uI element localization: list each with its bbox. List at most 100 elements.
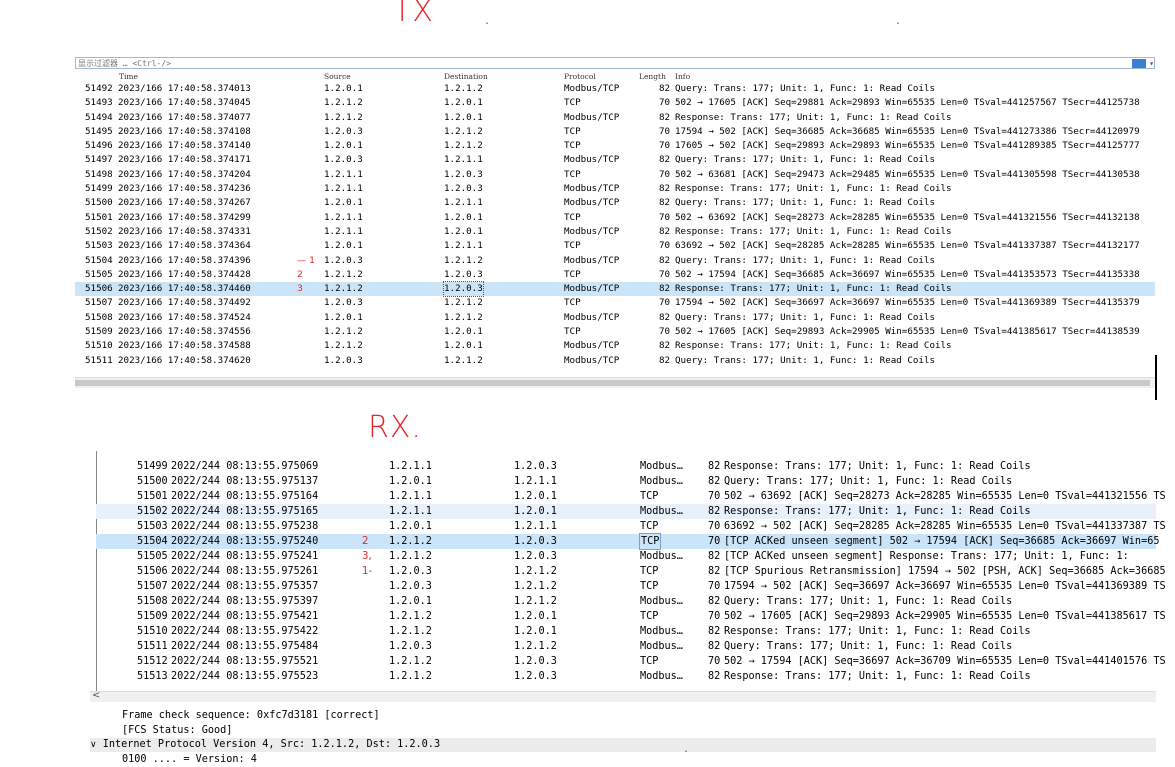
packet-number: 51510 xyxy=(137,626,168,637)
packet-length: 82 xyxy=(708,506,721,517)
packet-number: 51506 xyxy=(137,566,168,577)
column-header-destination[interactable]: Destination xyxy=(444,72,488,81)
packet-length: 82 xyxy=(659,225,671,237)
packet-row[interactable]: 51503 2023/166 17:40:58.374364 1.2.0.1 1.2.… xyxy=(75,239,1155,253)
expand-chevron-icon[interactable]: ∨ xyxy=(90,740,97,750)
packet-length: 70 xyxy=(659,168,671,180)
packet-source: 1.2.1.1 xyxy=(389,461,432,472)
packet-length: 82 xyxy=(659,154,671,166)
horizontal-scrollbar[interactable]: < xyxy=(90,690,1156,702)
packet-row[interactable]: 51510 2023/166 17:40:58.374588 1.2.1.2 1.2.… xyxy=(75,339,1155,353)
packet-info: [TCP Spurious Retransmission] 17594 → 50… xyxy=(724,566,1166,577)
packet-row[interactable]: 51511 2023/166 17:40:58.374620 1.2.0.3 1.2.… xyxy=(75,354,1155,368)
packet-protocol: Modbus/TCP xyxy=(564,354,620,366)
column-header-source[interactable]: Source xyxy=(324,72,351,81)
packet-length: 82 xyxy=(708,551,721,562)
packet-time: 2022/244 08:13:55.975261 xyxy=(171,566,319,577)
packet-info: Response: Trans: 177; Unit: 1, Func: 1: … xyxy=(724,461,1031,472)
packet-source: 1.2.1.2 xyxy=(389,671,432,682)
detail-frame-check[interactable]: Frame check sequence: 0xfc7d3181 [correc… xyxy=(122,709,380,723)
packet-row[interactable]: 51510 2022/244 08:13:55.975422 1.2.1.2 1.2.… xyxy=(96,624,1156,639)
packet-time: 2022/244 08:13:55.975421 xyxy=(171,611,319,622)
packet-row[interactable]: 51502 2023/166 17:40:58.374331 1.2.1.1 1.2.… xyxy=(75,225,1155,239)
packet-row[interactable]: 51500 2023/166 17:40:58.374267 1.2.0.1 1.2.… xyxy=(75,196,1155,210)
detail-fcs-status[interactable]: [FCS Status: Good] xyxy=(122,724,232,738)
detail-ipv4-label: Internet Protocol Version 4, Src: 1.2.1.… xyxy=(102,739,441,750)
packet-row[interactable]: 51508 2022/244 08:13:55.975397 1.2.0.1 1.2.… xyxy=(96,594,1156,609)
packet-time: 2023/166 17:40:58.374267 xyxy=(118,197,251,209)
packet-time: 2023/166 17:40:58.374492 xyxy=(118,297,251,309)
scroll-left-icon[interactable]: < xyxy=(92,690,100,701)
packet-time: 2022/244 08:13:55.975484 xyxy=(171,641,319,652)
packet-row[interactable]: 51505 2023/166 17:40:58.374428 1.2.1.2 1.2.… xyxy=(75,268,1155,282)
packet-length: 82 xyxy=(708,671,721,682)
packet-info: 502 → 17594 [ACK] Seq=36685 Ack=36697 Wi… xyxy=(675,268,1140,280)
packet-row[interactable]: 51506 2023/166 17:40:58.374460 1.2.1.2 1.2.… xyxy=(75,281,1155,298)
packet-row[interactable]: 51507 2023/166 17:40:58.374492 1.2.0.3 1.2.… xyxy=(75,296,1155,310)
packet-row[interactable]: 51509 2023/166 17:40:58.374556 1.2.1.2 1.2.… xyxy=(75,325,1155,339)
packet-destination: 1.2.0.3 xyxy=(443,281,484,298)
packet-row[interactable]: 51513 2022/244 08:13:55.975523 1.2.1.2 1.2.… xyxy=(96,669,1156,684)
packet-destination: 1.2.0.3 xyxy=(514,671,557,682)
packet-source: 1.2.0.3 xyxy=(389,641,432,652)
packet-row[interactable]: 51498 2023/166 17:40:58.374204 1.2.1.1 1.2.… xyxy=(75,168,1155,182)
packet-destination: 1.2.0.1 xyxy=(444,225,483,237)
column-header-info[interactable]: Info xyxy=(675,72,690,81)
scrollbar-thumb[interactable] xyxy=(75,380,1150,386)
detail-ipv4[interactable]: ∨ Internet Protocol Version 4, Src: 1.2.… xyxy=(90,738,1156,752)
packet-row[interactable]: 51509 2022/244 08:13:55.975421 1.2.1.2 1.2.… xyxy=(96,609,1166,624)
packet-info: 502 → 17605 [ACK] Seq=29881 Ack=29893 Wi… xyxy=(675,97,1140,109)
packet-protocol: Modbus… xyxy=(640,596,683,607)
display-filter-input[interactable]: 显示过滤器 … <Ctrl-/> ▾ xyxy=(75,57,1155,69)
packet-protocol: TCP xyxy=(564,268,581,280)
packet-info: 17594 → 502 [ACK] Seq=36697 Ack=36697 Wi… xyxy=(675,297,1140,309)
packet-time: 2022/244 08:13:55.975137 xyxy=(171,476,319,487)
packet-row[interactable]: 51492 2023/166 17:40:58.374013 1.2.0.1 1.2.… xyxy=(75,82,1155,96)
packet-row[interactable]: 51501 2022/244 08:13:55.975164 1.2.1.1 1.2.… xyxy=(96,489,1166,504)
packet-source: 1.2.1.2 xyxy=(389,611,432,622)
packet-source: 1.2.0.3 xyxy=(389,581,432,592)
column-header-time[interactable]: Time xyxy=(119,72,138,81)
packet-destination: 1.2.1.2 xyxy=(514,581,557,592)
packet-time: 2022/244 08:13:55.975422 xyxy=(171,626,319,637)
packet-row[interactable]: 51502 2022/244 08:13:55.975165 1.2.1.1 1.2.… xyxy=(96,504,1156,519)
packet-length: 82 xyxy=(659,83,671,94)
packet-row[interactable]: 51495 2023/166 17:40:58.374108 1.2.0.3 1.2.… xyxy=(75,125,1155,139)
packet-row[interactable]: 51505 2022/244 08:13:55.975241 1.2.1.2 1.2.… xyxy=(96,549,1156,564)
packet-info: Query: Trans: 177; Unit: 1, Func: 1: Rea… xyxy=(724,641,1013,652)
packet-info: Response: Trans: 177; Unit: 1, Func: 1: … xyxy=(724,506,1031,517)
packet-row[interactable]: 51504 2023/166 17:40:58.374396 1.2.0.3 1.2.… xyxy=(75,254,1155,268)
packet-row[interactable]: 51499 2023/166 17:40:58.374236 1.2.1.1 1.2.… xyxy=(75,182,1155,196)
packet-time: 2023/166 17:40:58.374524 xyxy=(118,311,251,323)
packet-row[interactable]: 51501 2023/166 17:40:58.374299 1.2.1.1 1.2.… xyxy=(75,211,1155,225)
packet-destination: 1.2.1.2 xyxy=(444,125,483,137)
packet-length: 82 xyxy=(659,311,671,323)
packet-info: Query: Trans: 177; Unit: 1, Func: 1: Rea… xyxy=(724,596,1013,607)
packet-source: 1.2.0.1 xyxy=(324,83,363,94)
packet-row[interactable]: 51507 2022/244 08:13:55.975357 1.2.0.3 1.2.… xyxy=(96,579,1166,594)
packet-row[interactable]: 51497 2023/166 17:40:58.374171 1.2.0.3 1.2.… xyxy=(75,153,1155,167)
column-header-protocol[interactable]: Protocol xyxy=(564,72,596,81)
packet-number: 51493 xyxy=(85,97,113,109)
packet-number: 51507 xyxy=(137,581,168,592)
packet-row[interactable]: 51506 2022/244 08:13:55.975261 1.2.0.3 1.2.… xyxy=(96,564,1166,579)
packet-row[interactable]: 51503 2022/244 08:13:55.975238 1.2.0.1 1.2.… xyxy=(96,519,1166,534)
chevron-down-icon[interactable]: ▾ xyxy=(1149,58,1154,70)
packet-row[interactable]: 51508 2023/166 17:40:58.374524 1.2.0.1 1.2.… xyxy=(75,311,1155,325)
packet-row[interactable]: 51494 2023/166 17:40:58.374077 1.2.1.2 1.2.… xyxy=(75,111,1155,125)
column-header-length[interactable]: Length xyxy=(639,72,666,81)
packet-info: Query: Trans: 177; Unit: 1, Func: 1: Rea… xyxy=(675,254,935,266)
packet-row[interactable]: 51504 2022/244 08:13:55.975240 1.2.1.2 1.2.… xyxy=(96,533,1159,550)
packet-row[interactable]: 51500 2022/244 08:13:55.975137 1.2.0.1 1.2.… xyxy=(96,474,1156,489)
packet-destination: 1.2.0.3 xyxy=(444,268,483,280)
packet-destination: 1.2.1.1 xyxy=(444,197,483,209)
horizontal-scrollbar[interactable] xyxy=(75,377,1155,388)
packet-row[interactable]: 51511 2022/244 08:13:55.975484 1.2.0.3 1.2.… xyxy=(96,639,1156,654)
apply-filter-arrow-icon[interactable] xyxy=(1132,59,1146,68)
packet-row[interactable]: 51493 2023/166 17:40:58.374045 1.2.1.2 1.2.… xyxy=(75,96,1155,110)
packet-destination: 1.2.0.1 xyxy=(444,97,483,109)
packet-time: 2023/166 17:40:58.374013 xyxy=(118,83,251,94)
packet-row[interactable]: 51512 2022/244 08:13:55.975521 1.2.1.2 1.2.… xyxy=(96,654,1166,669)
packet-row[interactable]: 51499 2022/244 08:13:55.975069 1.2.1.1 1.2.… xyxy=(96,459,1156,474)
packet-row[interactable]: 51496 2023/166 17:40:58.374140 1.2.0.1 1.2.… xyxy=(75,139,1155,153)
